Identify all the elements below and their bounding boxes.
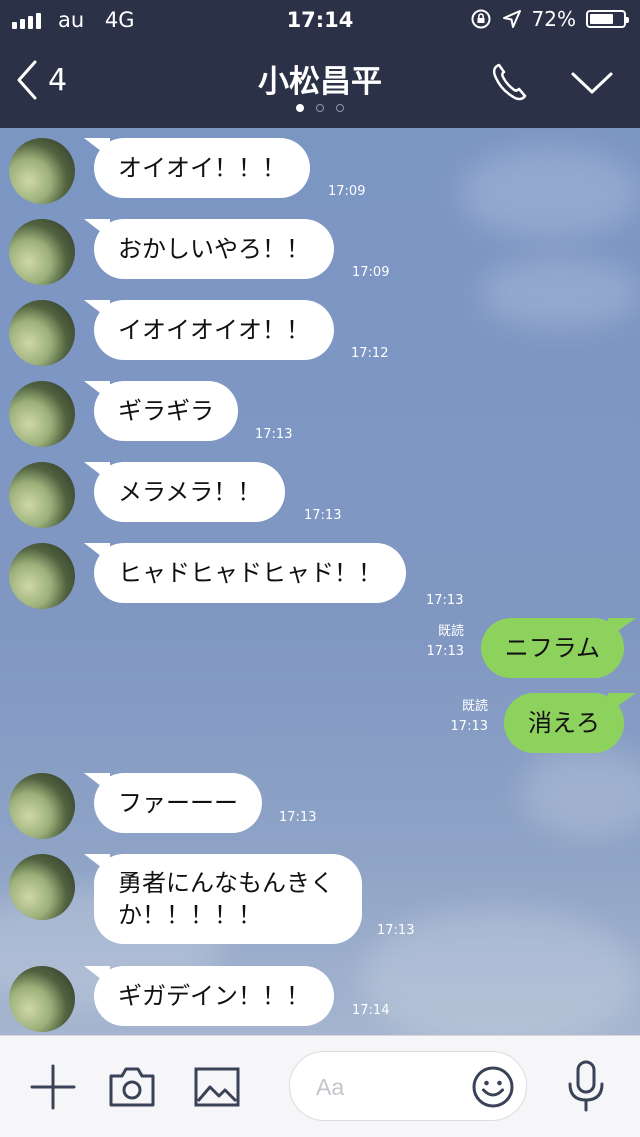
smiley-icon[interactable] (471, 1065, 515, 1109)
chevron-down-icon (571, 72, 613, 94)
plus-icon (30, 1064, 76, 1110)
menu-toggle-button[interactable] (570, 70, 614, 100)
message-time: 17:09 (352, 265, 390, 280)
page-dot (336, 104, 344, 112)
message-time: 17:12 (351, 346, 389, 361)
battery-icon (586, 10, 629, 28)
message-time: 17:13 (377, 923, 415, 938)
avatar[interactable] (9, 300, 75, 366)
chevron-left-icon (17, 60, 37, 100)
location-arrow-icon (502, 10, 521, 28)
avatar[interactable] (9, 462, 75, 528)
message-bubble[interactable]: 勇者にんなもんきく か！！！！！ (94, 854, 362, 944)
message-bubble[interactable]: おかしいやろ！！ (94, 219, 334, 279)
message-time: 17:13 (426, 644, 464, 659)
avatar[interactable] (9, 138, 75, 204)
avatar[interactable] (9, 219, 75, 285)
page-dot (296, 104, 304, 112)
read-receipt: 既読 (437, 624, 464, 639)
message-time: 17:13 (279, 810, 317, 825)
message-time: 17:14 (352, 1003, 390, 1018)
message-line: 勇者にんなもんきく (118, 869, 334, 897)
message-bubble[interactable]: ギラギラ (94, 381, 238, 441)
message-time: 17:13 (255, 427, 293, 442)
status-bar: au 4G 17:14 72% (0, 0, 640, 42)
message-input-box[interactable] (289, 1051, 527, 1121)
page-indicator (0, 104, 640, 112)
message-input[interactable] (314, 1069, 468, 1105)
message-bubble[interactable]: ヒャドヒャドヒャド！！ (94, 543, 406, 603)
message-time: 17:13 (426, 593, 464, 608)
orientation-lock-icon (471, 9, 491, 29)
add-button[interactable] (30, 1064, 76, 1114)
camera-button[interactable] (108, 1066, 156, 1112)
chat-title: 小松昌平 (258, 64, 382, 100)
message-meta: 既読 17:13 (451, 697, 488, 737)
message-bubble[interactable]: 消えろ (504, 693, 624, 753)
microphone-icon (568, 1060, 604, 1112)
message-bubble[interactable]: ニフラム (480, 618, 624, 678)
camera-icon (109, 1067, 155, 1107)
message-bubble[interactable]: イオイオイオ！！ (94, 300, 334, 360)
read-receipt: 既読 (461, 699, 488, 714)
avatar[interactable] (9, 854, 75, 920)
avatar[interactable] (9, 773, 75, 839)
message-time: 17:09 (328, 184, 366, 199)
avatar[interactable] (9, 543, 75, 609)
image-button[interactable] (194, 1067, 240, 1111)
message-bubble[interactable]: ギガデイン！！！ (94, 966, 334, 1026)
chat-area[interactable]: オイオイ！！！ 17:09 おかしいやろ！！ 17:09 イオイオイオ！！ 17… (0, 128, 640, 1035)
voice-button[interactable] (566, 1060, 606, 1116)
message-bubble[interactable]: ファーーー (94, 773, 262, 833)
message-line: か！！！！！ (118, 901, 262, 929)
back-button[interactable]: 4 (16, 60, 67, 100)
message-time: 17:13 (304, 508, 342, 523)
image-icon (194, 1067, 240, 1107)
page-dot (316, 104, 324, 112)
battery-percent: 72% (531, 7, 576, 31)
input-bar (0, 1035, 640, 1137)
message-bubble[interactable]: メラメラ！！ (94, 462, 286, 522)
avatar[interactable] (9, 381, 75, 447)
message-time: 17:13 (450, 719, 488, 734)
phone-icon (492, 63, 527, 101)
call-button[interactable] (490, 62, 528, 106)
avatar[interactable] (9, 966, 75, 1032)
unread-count: 4 (48, 62, 68, 98)
chat-header: au 4G 17:14 72% 4 小松昌平 (0, 0, 640, 128)
message-meta: 既読 17:13 (427, 622, 464, 662)
message-bubble[interactable]: オイオイ！！！ (94, 138, 310, 198)
